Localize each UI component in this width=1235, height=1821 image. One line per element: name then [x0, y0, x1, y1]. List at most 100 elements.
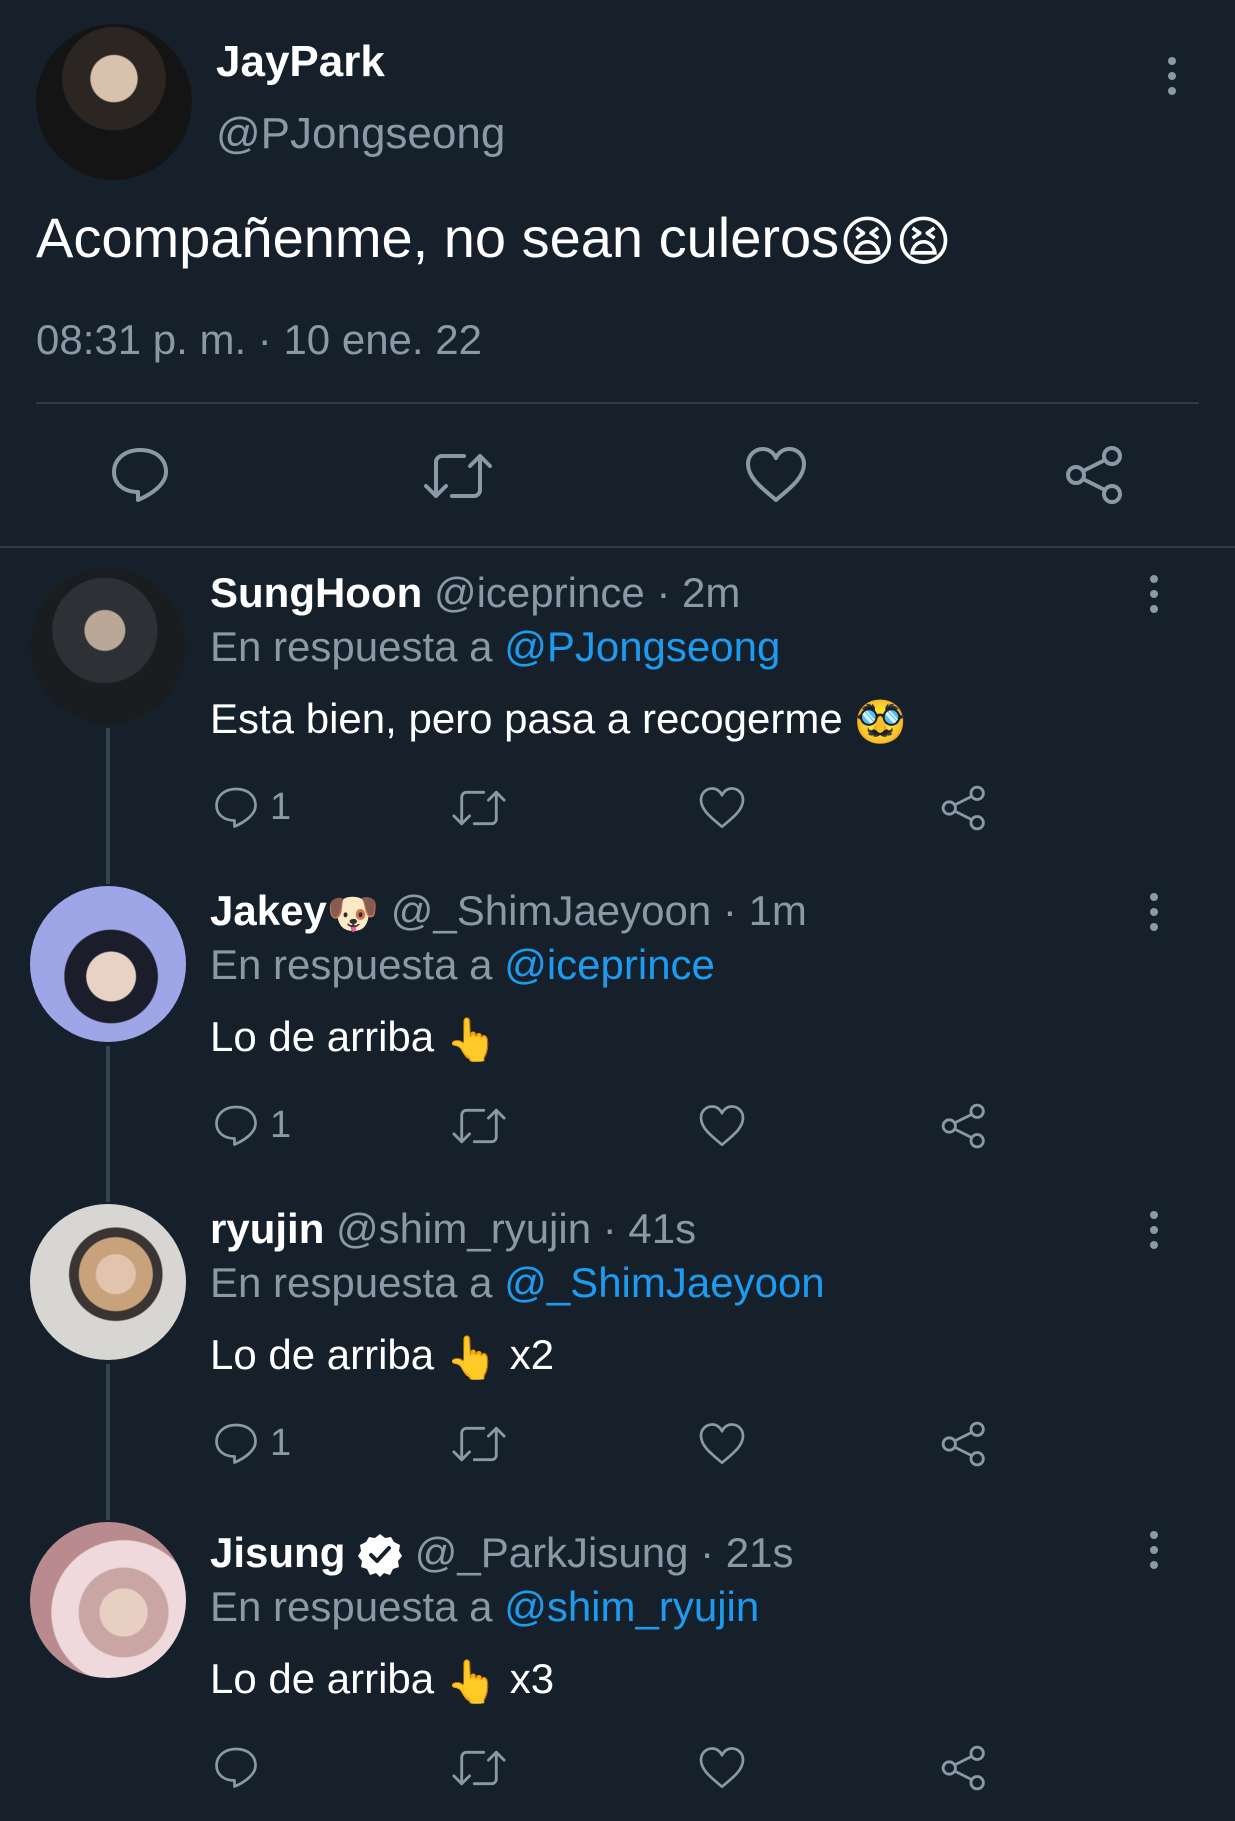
retweet-button[interactable] [452, 1422, 506, 1466]
reply-header: Jisung @_ParkJisung · 21s [210, 1526, 794, 1583]
retweet-button[interactable] [452, 1104, 506, 1148]
reply-icon [112, 448, 168, 502]
reply-to-link[interactable]: @_ShimJaeyoon [504, 1259, 824, 1306]
pointing-up-emoji: 👆 [445, 1333, 499, 1381]
reply-body: Lo de arriba [210, 1331, 435, 1378]
tired-face-emoji: 😫😫 [839, 212, 952, 273]
author-handle[interactable]: @shim_ryujin [336, 1205, 591, 1252]
thread-connector [106, 728, 110, 884]
retweet-button[interactable] [452, 1746, 506, 1790]
dog-face-emoji: 🐶 [326, 889, 380, 937]
reply-header: Jakey🐶 @_ShimJaeyoon · 1m [210, 884, 807, 941]
share-button[interactable] [940, 1102, 988, 1150]
pointing-up-emoji: 👆 [445, 1657, 499, 1705]
reply-context-label: En respuesta a [210, 623, 493, 670]
like-button[interactable] [744, 446, 808, 509]
reply-context-label: En respuesta a [210, 1583, 493, 1630]
reply-button[interactable] [212, 1744, 270, 1790]
reply-to-link[interactable]: @PJongseong [504, 623, 780, 670]
section-divider [0, 546, 1235, 548]
like-button[interactable] [698, 1746, 746, 1790]
reply-to-link[interactable]: @shim_ryujin [504, 1583, 759, 1630]
avatar[interactable] [30, 1204, 186, 1360]
share-button[interactable] [940, 1744, 988, 1792]
avatar[interactable] [30, 886, 186, 1042]
reply-count: 1 [270, 1103, 292, 1146]
share-button[interactable] [1064, 444, 1126, 511]
main-author-handle[interactable]: @PJongseong [216, 108, 505, 160]
retweet-icon [452, 1426, 506, 1462]
reply-body: Lo de arriba [210, 1013, 435, 1060]
reply-time[interactable]: · 41s [603, 1205, 696, 1252]
heart-icon [699, 1105, 745, 1147]
retweet-button[interactable] [424, 448, 492, 509]
reply-header: ryujin @shim_ryujin · 41s [210, 1202, 696, 1256]
reply-context-label: En respuesta a [210, 1259, 493, 1306]
reply-text: Lo de arriba 👆 x2 [210, 1328, 554, 1385]
more-options-icon[interactable] [1134, 564, 1174, 624]
retweet-button[interactable] [452, 786, 506, 830]
reply-icon [215, 787, 257, 828]
heart-icon [746, 447, 806, 502]
author-handle[interactable]: @iceprince [434, 569, 645, 616]
author-name[interactable]: Jisung [210, 1529, 345, 1576]
more-options-icon[interactable] [1134, 1520, 1174, 1580]
reply-time[interactable]: · 2m [656, 569, 740, 616]
reply-suffix: x3 [509, 1655, 555, 1702]
verified-badge-icon [357, 1529, 403, 1583]
disguised-face-emoji: 🥸 [854, 697, 907, 745]
like-button[interactable] [698, 786, 746, 830]
reply-suffix: x2 [509, 1331, 555, 1378]
reply-button[interactable] [108, 444, 172, 509]
main-tweet-body: Acompañenme, no sean culeros [36, 206, 840, 269]
reply-icon [215, 1423, 257, 1464]
more-options-icon[interactable] [1134, 1200, 1174, 1260]
main-author-name[interactable]: JayPark [216, 36, 385, 88]
main-author-avatar[interactable] [36, 24, 192, 180]
share-icon [941, 785, 985, 831]
reply-count: 1 [270, 785, 292, 828]
author-name[interactable]: SungHoon [210, 569, 422, 616]
reply-button[interactable]: 1 [212, 1420, 291, 1466]
reply-body: Esta bien, pero pasa a recogerme [210, 695, 843, 742]
more-options-icon[interactable] [1152, 46, 1192, 106]
share-icon [941, 1421, 985, 1467]
author-name[interactable]: Jakey [210, 887, 327, 934]
reply-text: Esta bien, pero pasa a recogerme 🥸 [210, 692, 907, 749]
reply-context: En respuesta a @_ShimJaeyoon [210, 1256, 825, 1310]
avatar[interactable] [30, 568, 186, 724]
retweet-icon [452, 790, 506, 826]
reply-text: Lo de arriba 👆 [210, 1010, 498, 1067]
retweet-icon [452, 1750, 506, 1786]
reply-body: Lo de arriba [210, 1655, 435, 1702]
thread-connector [106, 1046, 110, 1202]
main-tweet-text: Acompañenme, no sean culeros😫😫 [36, 202, 952, 278]
more-options-icon[interactable] [1134, 882, 1174, 942]
reply-header: SungHoon @iceprince · 2m [210, 566, 740, 620]
share-button[interactable] [940, 1420, 988, 1468]
like-button[interactable] [698, 1422, 746, 1466]
share-icon [1066, 446, 1122, 504]
reply-icon [215, 1747, 257, 1788]
reply-button[interactable]: 1 [212, 1102, 291, 1148]
author-handle[interactable]: @_ParkJisung [415, 1529, 689, 1576]
reply-count: 1 [270, 1421, 292, 1464]
reply-to-link[interactable]: @iceprince [504, 941, 715, 988]
reply-time[interactable]: · 1m [723, 887, 807, 934]
author-name[interactable]: ryujin [210, 1205, 324, 1252]
like-button[interactable] [698, 1104, 746, 1148]
retweet-icon [452, 1108, 506, 1144]
reply-context-label: En respuesta a [210, 941, 493, 988]
retweet-icon [424, 454, 492, 498]
share-button[interactable] [940, 784, 988, 832]
reply-button[interactable]: 1 [212, 784, 291, 830]
heart-icon [699, 787, 745, 829]
reply-time[interactable]: · 21s [700, 1529, 793, 1576]
reply-text: Lo de arriba 👆 x3 [210, 1652, 554, 1709]
reply-context: En respuesta a @PJongseong [210, 620, 780, 674]
author-handle[interactable]: @_ShimJaeyoon [391, 887, 711, 934]
main-tweet-timestamp[interactable]: 08:31 p. m. · 10 ene. 22 [36, 312, 482, 368]
reply-icon [215, 1105, 257, 1146]
divider [36, 402, 1199, 404]
avatar[interactable] [30, 1522, 186, 1678]
